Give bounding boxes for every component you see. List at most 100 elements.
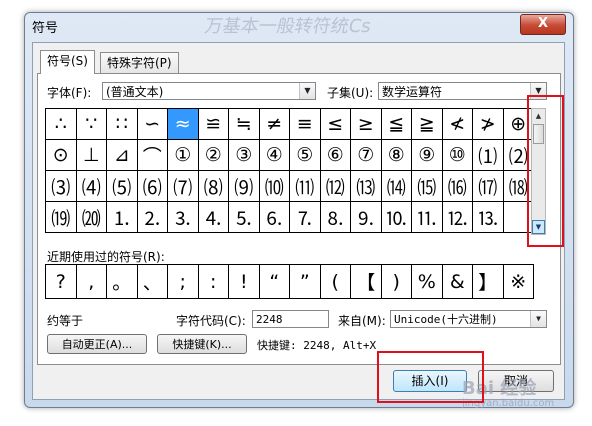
insert-button[interactable]: 插入(I): [393, 370, 467, 392]
symbol-cell[interactable]: ⊿: [107, 140, 138, 171]
symbol-cell[interactable]: ④: [259, 140, 290, 171]
symbol-cell[interactable]: ≦: [381, 109, 412, 140]
recent-symbol-cell[interactable]: 、: [137, 265, 168, 299]
symbol-cell[interactable]: ∴: [46, 109, 77, 140]
symbol-cell[interactable]: ⒀: [351, 171, 382, 202]
symbol-cell[interactable]: ≧: [412, 109, 443, 140]
symbol-cell[interactable]: ⑼: [229, 171, 260, 202]
char-code-input[interactable]: 2248: [252, 310, 329, 328]
symbol-cell[interactable]: ⒒: [412, 202, 443, 233]
symbol-cell[interactable]: ③: [229, 140, 260, 171]
recent-symbol-cell[interactable]: :: [198, 265, 229, 299]
symbol-cell[interactable]: ⒍: [259, 202, 290, 233]
recent-symbol-cell[interactable]: “: [259, 265, 290, 299]
autocorrect-button[interactable]: 自动更正(A)...: [47, 334, 147, 354]
symbol-cell[interactable]: ⑵: [503, 140, 534, 171]
symbol-cell[interactable]: ⒅: [503, 171, 534, 202]
symbol-cell[interactable]: ②: [198, 140, 229, 171]
symbol-cell[interactable]: ⑸: [107, 171, 138, 202]
symbol-cell[interactable]: ≒: [229, 109, 260, 140]
symbol-cell[interactable]: ⊥: [76, 140, 107, 171]
recent-symbol-cell[interactable]: !: [229, 265, 260, 299]
recent-symbol-cell[interactable]: (: [320, 265, 351, 299]
symbol-cell[interactable]: ⒆: [46, 202, 77, 233]
recent-symbol-cell[interactable]: 】: [473, 265, 504, 299]
symbol-cell[interactable]: ≈: [168, 109, 199, 140]
symbol-cell[interactable]: ≌: [198, 109, 229, 140]
scroll-down-icon[interactable]: ▼: [532, 220, 545, 234]
recent-symbol-cell[interactable]: 【: [351, 265, 382, 299]
tab-symbols[interactable]: 符号(S): [40, 50, 95, 74]
recent-symbol-cell[interactable]: &: [442, 265, 473, 299]
chevron-down-icon[interactable]: ▼: [299, 83, 315, 99]
symbol-cell[interactable]: ⑩: [442, 140, 473, 171]
symbol-grid-scrollbar[interactable]: ▲ ▼: [531, 108, 546, 235]
symbol-cell[interactable]: ⊕: [503, 109, 534, 140]
symbol-grid: ∴ ∵ ∷ ∽ ≈ ≌ ≒ ≠ ≡ ≤ ≥ ≦ ≧ ≮ ≯ ⊕ ⊙ ⊥ ⊿ ⌒ ① ② ③ ④ ⑤ ⑥ ⑦ ⑧ ⑨ ⑩ ⑴ ⑵ ⑶ ⑷ ⑸ ⑹ ⑺ ⑻ ⑼ ⑽…: [45, 108, 534, 233]
from-select-value: Unicode(十六进制): [394, 313, 498, 326]
close-button[interactable]: X: [520, 14, 566, 35]
symbol-cell[interactable]: ⒁: [381, 171, 412, 202]
symbol-cell[interactable]: ⑥: [320, 140, 351, 171]
symbol-cell[interactable]: ⑺: [168, 171, 199, 202]
symbol-cell[interactable]: ⒈: [107, 202, 138, 233]
symbol-cell[interactable]: ≮: [442, 109, 473, 140]
symbol-cell[interactable]: ⑨: [412, 140, 443, 171]
symbol-cell[interactable]: ⒏: [320, 202, 351, 233]
symbol-cell[interactable]: ⌒: [137, 140, 168, 171]
recent-symbol-cell[interactable]: ”: [290, 265, 321, 299]
scroll-thumb[interactable]: [533, 124, 544, 144]
symbol-cell[interactable]: ⒔: [473, 202, 504, 233]
symbol-cell[interactable]: ⒋: [198, 202, 229, 233]
symbol-cell[interactable]: ⒂: [412, 171, 443, 202]
symbol-cell[interactable]: ⒎: [290, 202, 321, 233]
symbol-cell[interactable]: ≥: [351, 109, 382, 140]
symbol-cell[interactable]: ⑶: [46, 171, 77, 202]
symbol-cell[interactable]: ⒊: [168, 202, 199, 233]
shortcut-key-button[interactable]: 快捷键(K)...: [157, 334, 247, 354]
from-select[interactable]: Unicode(十六进制) ▼: [390, 310, 547, 328]
symbol-cell[interactable]: ⑦: [351, 140, 382, 171]
symbol-cell[interactable]: ⒇: [76, 202, 107, 233]
symbol-cell[interactable]: ⑽: [259, 171, 290, 202]
symbol-cell[interactable]: ①: [168, 140, 199, 171]
symbol-cell[interactable]: ⑿: [320, 171, 351, 202]
symbol-cell[interactable]: ∵: [76, 109, 107, 140]
symbol-cell[interactable]: ∷: [107, 109, 138, 140]
recent-symbol-cell[interactable]: ,: [76, 265, 107, 299]
symbol-cell[interactable]: ⑴: [473, 140, 504, 171]
recent-symbol-cell[interactable]: ;: [168, 265, 199, 299]
symbol-cell[interactable]: ≡: [290, 109, 321, 140]
tab-label: 符号(S): [47, 54, 88, 68]
symbol-cell[interactable]: ∽: [137, 109, 168, 140]
recent-symbol-cell[interactable]: ※: [503, 265, 534, 299]
symbol-cell[interactable]: ⑹: [137, 171, 168, 202]
symbol-cell[interactable]: ⒌: [229, 202, 260, 233]
recent-symbol-cell[interactable]: ): [381, 265, 412, 299]
symbol-cell[interactable]: ⑷: [76, 171, 107, 202]
symbol-cell[interactable]: ⑾: [290, 171, 321, 202]
recent-symbol-cell[interactable]: 。: [107, 265, 138, 299]
subset-select-value: 数学运算符: [382, 85, 443, 99]
symbol-cell[interactable]: ⑤: [290, 140, 321, 171]
symbol-cell[interactable]: ⑻: [198, 171, 229, 202]
symbol-cell[interactable]: ≯: [473, 109, 504, 140]
symbol-cell[interactable]: ≤: [320, 109, 351, 140]
subset-select[interactable]: 数学运算符 ▼: [378, 82, 547, 100]
chevron-down-icon[interactable]: ▼: [530, 83, 546, 99]
tab-special-characters[interactable]: 特殊字符(P): [100, 52, 179, 73]
symbol-cell[interactable]: ⒐: [351, 202, 382, 233]
symbol-cell[interactable]: ⒑: [381, 202, 412, 233]
symbol-cell[interactable]: ≠: [259, 109, 290, 140]
symbol-cell[interactable]: ⒄: [473, 171, 504, 202]
symbol-cell[interactable]: ⒓: [442, 202, 473, 233]
font-select[interactable]: (普通文本) ▼: [102, 82, 316, 100]
symbol-cell[interactable]: ⊙: [46, 140, 77, 171]
recent-symbol-cell[interactable]: ?: [46, 265, 77, 299]
chevron-down-icon[interactable]: ▼: [530, 311, 546, 327]
recent-symbol-cell[interactable]: %: [412, 265, 443, 299]
scroll-up-icon[interactable]: ▲: [532, 109, 545, 123]
symbol-cell[interactable]: ⒉: [137, 202, 168, 233]
symbol-cell[interactable]: ⒃: [442, 171, 473, 202]
symbol-cell[interactable]: ⑧: [381, 140, 412, 171]
